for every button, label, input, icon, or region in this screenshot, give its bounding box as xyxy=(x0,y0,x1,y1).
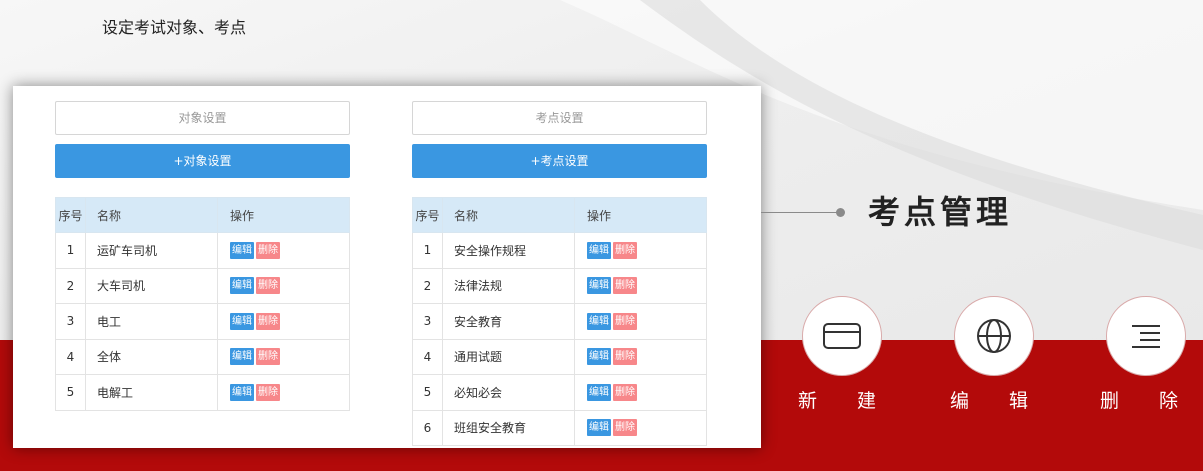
table-row: 3 安全教育 编辑 删除 xyxy=(412,303,707,340)
row-actions: 编辑 删除 xyxy=(574,232,707,269)
delete-button[interactable]: 删除 xyxy=(256,277,280,295)
section-title: 考点管理 xyxy=(868,193,1013,231)
row-name: 安全操作规程 xyxy=(442,232,575,269)
table-row: 1 安全操作规程 编辑 删除 xyxy=(412,232,707,269)
table-header-row: 序号 名称 操作 xyxy=(55,197,350,233)
delete-button[interactable]: 删除 xyxy=(613,241,637,259)
row-name: 必知必会 xyxy=(442,374,575,411)
row-no: 6 xyxy=(412,409,443,446)
row-actions: 编辑 删除 xyxy=(574,374,707,411)
row-no: 4 xyxy=(55,338,86,375)
table-row: 2 大车司机 编辑 删除 xyxy=(55,267,350,304)
row-no: 4 xyxy=(412,338,443,375)
table-row: 3 电工 编辑 删除 xyxy=(55,303,350,340)
row-name: 通用试题 xyxy=(442,338,575,375)
edit-button[interactable]: 编辑 xyxy=(587,277,611,295)
delete-button[interactable]: 删除 xyxy=(256,383,280,401)
connector-line xyxy=(761,212,839,213)
edit-button[interactable]: 编辑 xyxy=(230,312,254,330)
exam-point-table: 序号 名称 操作 1 安全操作规程 编辑 删除 2 法律法规 编辑 删除 3 安… xyxy=(412,197,707,446)
header-name: 名称 xyxy=(442,197,575,233)
delete-action-label: 删除 xyxy=(1100,390,1178,412)
row-actions: 编辑 删除 xyxy=(574,338,707,375)
delete-button[interactable]: 删除 xyxy=(256,348,280,366)
row-name: 电解工 xyxy=(85,374,218,411)
add-object-button[interactable]: +对象设置 xyxy=(55,144,350,178)
row-no: 1 xyxy=(412,232,443,269)
table-row: 5 必知必会 编辑 删除 xyxy=(412,374,707,411)
object-settings-input[interactable] xyxy=(55,101,350,135)
edit-button[interactable]: 编辑 xyxy=(587,241,611,259)
edit-button[interactable]: 编辑 xyxy=(587,383,611,401)
edit-button[interactable]: 编辑 xyxy=(587,419,611,437)
row-name: 法律法规 xyxy=(442,267,575,304)
header-no: 序号 xyxy=(55,197,86,233)
delete-button[interactable]: 删除 xyxy=(613,277,637,295)
row-name: 安全教育 xyxy=(442,303,575,340)
edit-button[interactable]: 编辑 xyxy=(230,241,254,259)
row-no: 5 xyxy=(412,374,443,411)
row-no: 3 xyxy=(55,303,86,340)
page-heading: 设定考试对象、考点 xyxy=(102,18,247,37)
table-row: 1 运矿车司机 编辑 删除 xyxy=(55,232,350,269)
edit-button[interactable]: 编辑 xyxy=(587,348,611,366)
table-row: 5 电解工 编辑 删除 xyxy=(55,374,350,411)
row-no: 3 xyxy=(412,303,443,340)
row-name: 大车司机 xyxy=(85,267,218,304)
table-row: 2 法律法规 编辑 删除 xyxy=(412,267,707,304)
header-op: 操作 xyxy=(574,197,707,233)
row-actions: 编辑 删除 xyxy=(217,267,350,304)
connector-dot xyxy=(836,208,845,217)
card-icon xyxy=(823,323,861,349)
table-row: 4 通用试题 编辑 删除 xyxy=(412,338,707,375)
delete-button[interactable]: 删除 xyxy=(613,312,637,330)
delete-button[interactable]: 删除 xyxy=(613,419,637,437)
delete-button[interactable]: 删除 xyxy=(613,383,637,401)
header-no: 序号 xyxy=(412,197,443,233)
table-header-row: 序号 名称 操作 xyxy=(412,197,707,233)
row-name: 全体 xyxy=(85,338,218,375)
object-table: 序号 名称 操作 1 运矿车司机 编辑 删除 2 大车司机 编辑 删除 3 电工… xyxy=(55,197,350,411)
delete-button[interactable]: 删除 xyxy=(256,312,280,330)
exam-point-settings-column: +考点设置 序号 名称 操作 1 安全操作规程 编辑删除 2 法律法规 编辑删 xyxy=(412,101,707,446)
edit-button[interactable]: 编辑 xyxy=(230,383,254,401)
settings-panel: +对象设置 序号 名称 操作 1 运矿车司机 编辑删除 2 大车司机 编辑删除 xyxy=(13,86,761,448)
row-name: 电工 xyxy=(85,303,218,340)
row-name: 班组安全教育 xyxy=(442,409,575,446)
row-no: 5 xyxy=(55,374,86,411)
row-name: 运矿车司机 xyxy=(85,232,218,269)
menu-lines-icon xyxy=(1132,325,1160,348)
row-actions: 编辑 删除 xyxy=(217,303,350,340)
exam-point-settings-input[interactable] xyxy=(412,101,707,135)
delete-button[interactable]: 删除 xyxy=(613,348,637,366)
table-row: 6 班组安全教育 编辑 删除 xyxy=(412,409,707,446)
add-exam-point-button[interactable]: +考点设置 xyxy=(412,144,707,178)
edit-button[interactable]: 编辑 xyxy=(587,312,611,330)
edit-action-button[interactable] xyxy=(954,296,1034,376)
object-settings-column: +对象设置 序号 名称 操作 1 运矿车司机 编辑删除 2 大车司机 编辑删除 xyxy=(55,101,350,411)
row-no: 1 xyxy=(55,232,86,269)
edit-button[interactable]: 编辑 xyxy=(230,277,254,295)
delete-action-button[interactable] xyxy=(1106,296,1186,376)
globe-icon xyxy=(977,319,1011,353)
row-no: 2 xyxy=(55,267,86,304)
new-action-button[interactable] xyxy=(802,296,882,376)
header-name: 名称 xyxy=(85,197,218,233)
row-actions: 编辑 删除 xyxy=(217,232,350,269)
row-actions: 编辑 删除 xyxy=(574,409,707,446)
row-actions: 编辑 删除 xyxy=(574,303,707,340)
row-actions: 编辑 删除 xyxy=(217,338,350,375)
header-op: 操作 xyxy=(217,197,350,233)
delete-button[interactable]: 删除 xyxy=(256,241,280,259)
row-no: 2 xyxy=(412,267,443,304)
table-row: 4 全体 编辑 删除 xyxy=(55,338,350,375)
new-action-label: 新建 xyxy=(798,390,917,412)
edit-action-label: 编辑 xyxy=(950,390,1069,412)
row-actions: 编辑 删除 xyxy=(574,267,707,304)
row-actions: 编辑 删除 xyxy=(217,374,350,411)
edit-button[interactable]: 编辑 xyxy=(230,348,254,366)
